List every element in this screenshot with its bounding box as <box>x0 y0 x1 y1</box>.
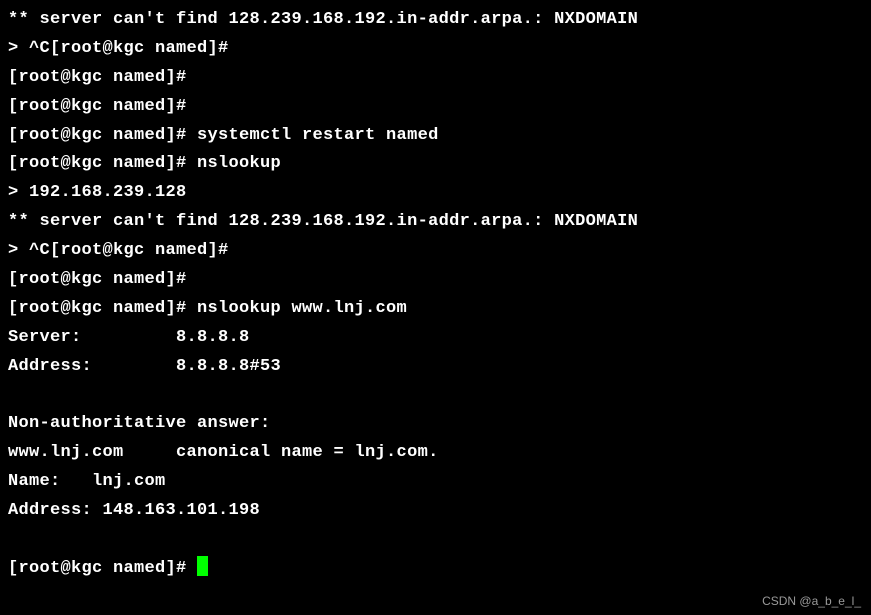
terminal-command-line: [root@kgc named]# nslookup <box>8 150 863 179</box>
prompt-text: [root@kgc named]# <box>8 559 197 578</box>
cursor-icon <box>197 556 208 576</box>
terminal-output-line: Address: 148.163.101.198 <box>8 497 863 526</box>
terminal-input-line: > 192.168.239.128 <box>8 179 863 208</box>
terminal-prompt-line: [root@kgc named]# <box>8 64 863 93</box>
terminal-output-line: ** server can't find 128.239.168.192.in-… <box>8 6 863 35</box>
terminal-prompt-line: [root@kgc named]# <box>8 266 863 295</box>
terminal-output-line: Server: 8.8.8.8 <box>8 324 863 353</box>
terminal-prompt-line: > ^C[root@kgc named]# <box>8 35 863 64</box>
terminal-output-line: Name: lnj.com <box>8 468 863 497</box>
terminal-command-line: [root@kgc named]# systemctl restart name… <box>8 122 863 151</box>
terminal-prompt-line: > ^C[root@kgc named]# <box>8 237 863 266</box>
terminal-output-line: www.lnj.com canonical name = lnj.com. <box>8 439 863 468</box>
terminal-command-line: [root@kgc named]# nslookup www.lnj.com <box>8 295 863 324</box>
terminal-output-line: ** server can't find 128.239.168.192.in-… <box>8 208 863 237</box>
terminal-blank-line <box>8 526 863 555</box>
terminal-prompt-line: [root@kgc named]# <box>8 93 863 122</box>
terminal-blank-line <box>8 382 863 411</box>
watermark-text: CSDN @a_b_e_l_ <box>762 591 861 611</box>
terminal-output-line: Address: 8.8.8.8#53 <box>8 353 863 382</box>
terminal-active-prompt[interactable]: [root@kgc named]# <box>8 555 863 584</box>
terminal-output-line: Non-authoritative answer: <box>8 410 863 439</box>
